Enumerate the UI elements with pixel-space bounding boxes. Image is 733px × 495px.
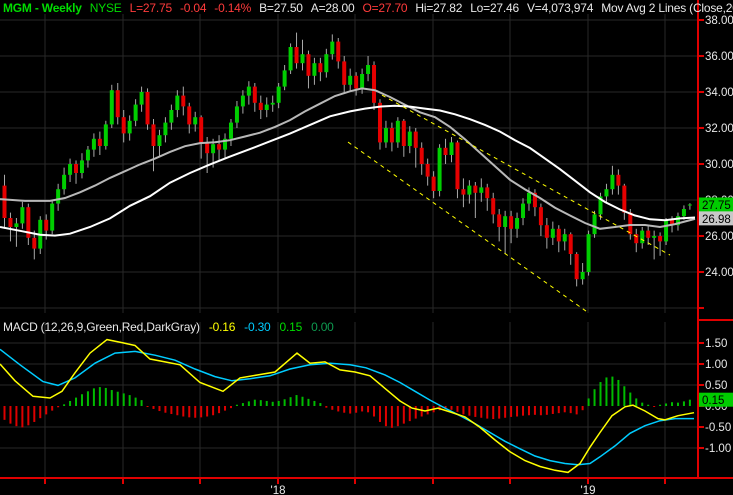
macd-study-label: MACD (12,26,9,Green,Red,DarkGray): [3, 320, 200, 334]
quote-header: MGM - Weekly NYSE L=27.75 -0.04 -0.14% B…: [3, 1, 733, 15]
svg-text:36.00: 36.00: [705, 51, 733, 63]
macd-signal-value: -0.30: [244, 320, 271, 334]
last-price-badge: 27.75: [699, 197, 733, 212]
lo-value: Lo=27.46: [470, 1, 519, 15]
svg-text:32.00: 32.00: [705, 123, 733, 135]
axis-badges: 27.75 26.98 0.15: [699, 197, 733, 407]
macd-line-value: -0.16: [208, 320, 236, 334]
svg-text:38.00: 38.00: [705, 15, 733, 27]
svg-text:-0.50: -0.50: [705, 422, 731, 434]
volume-value: V=4,073,974: [527, 1, 594, 15]
last-value: L=27.75: [129, 1, 173, 15]
indicator-label: Mov Avg 2 Lines (Close,20,40,0 ...: [601, 1, 733, 15]
price-axis: 38.0036.0034.0032.0030.0028.0026.0024.00: [698, 15, 733, 309]
macd-header: MACD (12,26,9,Green,Red,DarkGray) -0.16 …: [3, 321, 334, 334]
moving-averages: [0, 87, 696, 237]
svg-text:1.00: 1.00: [705, 359, 727, 371]
change-value: -0.04: [179, 1, 207, 15]
change-pct-value: -0.14%: [214, 1, 252, 15]
open-value: O=27.70: [362, 1, 408, 15]
symbol-label: MGM - Weekly: [3, 1, 82, 15]
svg-text:24.00: 24.00: [705, 267, 733, 279]
bid-value: B=27.50: [259, 1, 303, 15]
macd-main-line: [0, 338, 695, 474]
svg-text:1.50: 1.50: [705, 338, 727, 350]
svg-text:27.75: 27.75: [702, 200, 731, 212]
macd-hist-badge: 0.15: [699, 392, 733, 407]
year-label: '19: [581, 485, 596, 495]
svg-text:0.15: 0.15: [702, 395, 724, 407]
svg-text:0.50: 0.50: [705, 380, 727, 392]
exchange-label: NYSE: [89, 1, 122, 15]
chart-window: 38.0036.0034.0032.0030.0028.0026.0024.00…: [0, 0, 733, 495]
ma-value-badge: 26.98: [699, 211, 733, 226]
macd-zero-value: 0.00: [311, 320, 334, 334]
ma20-line: [0, 87, 696, 230]
svg-text:-1.00: -1.00: [705, 443, 731, 455]
time-axis: '18 '19: [44, 478, 666, 495]
svg-text:34.00: 34.00: [705, 87, 733, 99]
price-macd-chart-canvas[interactable]: 38.0036.0034.0032.0030.0028.0026.0024.00…: [0, 0, 733, 495]
svg-text:26.00: 26.00: [705, 231, 733, 243]
year-label: '18: [271, 485, 286, 495]
ask-value: A=28.00: [310, 1, 355, 15]
svg-text:30.00: 30.00: [705, 159, 733, 171]
macd-lines: [0, 338, 695, 474]
macd-hist-value: 0.15: [279, 320, 303, 334]
hi-value: Hi=27.82: [415, 1, 463, 15]
svg-text:26.98: 26.98: [702, 214, 731, 226]
